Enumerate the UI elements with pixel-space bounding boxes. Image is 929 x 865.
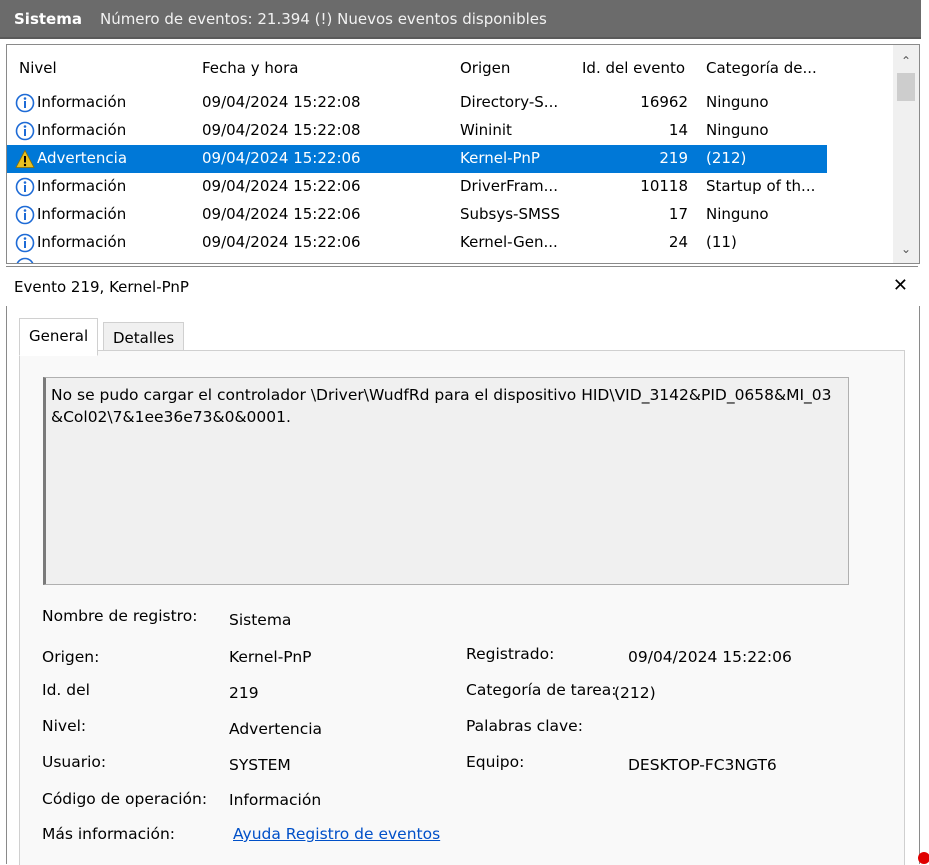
event-level: Información	[37, 205, 127, 223]
value-computer: DESKTOP-FC3NGT6	[628, 756, 777, 774]
value-level: Advertencia	[229, 720, 323, 738]
column-header-level[interactable]: Nivel	[19, 59, 57, 77]
scroll-down-arrow-icon[interactable]: ⌄	[893, 239, 919, 259]
event-source: Directory-S...	[460, 93, 559, 111]
label-log-name: Nombre de registro:	[42, 607, 198, 625]
event-category: (212)	[706, 149, 747, 167]
label-source: Origen:	[42, 648, 100, 666]
label-user: Usuario:	[42, 753, 107, 771]
event-category: (11)	[706, 233, 737, 251]
event-source: DriverFram...	[460, 177, 558, 195]
event-level: Advertencia	[37, 149, 128, 167]
scroll-thumb[interactable]	[897, 73, 915, 101]
info-icon	[16, 257, 34, 263]
event-id: 219	[659, 149, 688, 167]
event-level: Información	[37, 177, 127, 195]
event-category: Ninguno	[706, 93, 769, 111]
event-datetime: 09/04/2024 15:22:06	[202, 205, 361, 223]
event-list-header: Nivel Fecha y hora Origen Id. del evento…	[7, 55, 887, 81]
value-source: Kernel-PnP	[229, 648, 312, 666]
label-opcode: Código de operación:	[42, 790, 208, 808]
info-icon	[15, 121, 35, 141]
event-datetime: 09/04/2024 15:22:06	[202, 233, 361, 251]
value-event-id: 219	[229, 684, 259, 702]
tab-general[interactable]: General	[19, 318, 99, 356]
event-category: Ninguno	[706, 205, 769, 223]
label-keywords: Palabras clave:	[466, 717, 583, 735]
event-datetime: 09/04/2024 15:22:08	[202, 93, 361, 111]
scroll-up-arrow-icon[interactable]: ⌃	[893, 51, 919, 71]
cursor-marker-dot	[918, 852, 929, 864]
event-level: Información	[37, 93, 127, 111]
info-icon	[15, 205, 35, 225]
event-id: 16962	[640, 93, 688, 111]
event-description-line: &Col02\7&1ee36e73&0&0001.	[51, 408, 291, 426]
column-header-event-id[interactable]: Id. del evento	[582, 59, 685, 77]
value-logged: 09/04/2024 15:22:06	[628, 648, 792, 666]
event-level: Información	[37, 121, 127, 139]
event-source: Wininit	[460, 121, 512, 139]
event-description-line: No se pudo cargar el controlador \Driver…	[51, 386, 832, 404]
event-row[interactable]: Información 09/04/2024 15:22:06 Kernel-G…	[7, 229, 827, 257]
column-header-source[interactable]: Origen	[460, 59, 510, 77]
event-row[interactable]: Información 09/04/2024 15:22:08 Director…	[7, 89, 827, 117]
label-computer: Equipo:	[466, 753, 525, 771]
value-opcode: Información	[229, 791, 322, 809]
event-id: 10118	[640, 177, 688, 195]
event-source: Kernel-PnP	[460, 149, 540, 167]
event-datetime: 09/04/2024 15:22:06	[202, 177, 361, 195]
event-category: Ninguno	[706, 121, 769, 139]
event-row[interactable]: Información 09/04/2024 15:22:08 Wininit …	[7, 117, 827, 145]
event-source: Subsys-SMSS	[460, 205, 560, 223]
column-header-category[interactable]: Categoría de...	[706, 59, 817, 77]
label-level: Nivel:	[42, 717, 87, 735]
event-detail-pane: General Detalles No se pudo cargar el co…	[6, 306, 920, 865]
warning-icon	[15, 149, 35, 168]
general-tab-panel: No se pudo cargar el controlador \Driver…	[19, 350, 905, 865]
value-task-category: (212)	[614, 684, 656, 702]
event-row[interactable]: Información 09/04/2024 15:22:06 DriverFr…	[7, 173, 827, 201]
more-info-link[interactable]: Ayuda Registro de eventos	[233, 825, 440, 843]
event-id: 14	[668, 121, 688, 139]
event-description-box[interactable]: No se pudo cargar el controlador \Driver…	[43, 377, 849, 585]
event-id: 17	[668, 205, 688, 223]
label-task-category: Categoría de tarea:	[466, 681, 617, 699]
column-header-datetime[interactable]: Fecha y hora	[202, 59, 298, 77]
event-row-selected[interactable]: Advertencia 09/04/2024 15:22:06 Kernel-P…	[7, 145, 827, 173]
event-list[interactable]: Nivel Fecha y hora Origen Id. del evento…	[6, 44, 920, 264]
event-source: Kernel-Gen...	[460, 233, 558, 251]
close-icon[interactable]: ✕	[893, 275, 908, 296]
event-row[interactable]: Información 09/04/2024 15:22:06 Subsys-S…	[7, 201, 827, 229]
event-datetime: 09/04/2024 15:22:08	[202, 121, 361, 139]
label-event-id: Id. del	[42, 681, 90, 699]
event-level: Información	[37, 233, 127, 251]
event-list-scrollbar[interactable]: ⌃ ⌄	[893, 45, 919, 263]
label-logged: Registrado:	[466, 645, 555, 663]
event-category: Startup of th...	[706, 177, 816, 195]
value-log-name: Sistema	[229, 611, 292, 629]
info-icon	[15, 93, 35, 113]
event-id: 24	[668, 233, 688, 251]
log-header-bar: Sistema Número de eventos: 21.394 (!) Nu…	[0, 0, 921, 39]
value-user: SYSTEM	[229, 756, 291, 774]
event-detail-title-bar: Evento 219, Kernel-PnP ✕	[6, 266, 918, 307]
info-icon	[15, 177, 35, 197]
label-more-info: Más información:	[42, 825, 175, 843]
info-icon	[15, 233, 35, 253]
event-count-status[interactable]: Número de eventos: 21.394 (!) Nuevos eve…	[100, 10, 547, 28]
event-datetime: 09/04/2024 15:22:06	[202, 149, 361, 167]
event-detail-title: Evento 219, Kernel-PnP	[14, 278, 189, 296]
log-title: Sistema	[14, 9, 82, 28]
